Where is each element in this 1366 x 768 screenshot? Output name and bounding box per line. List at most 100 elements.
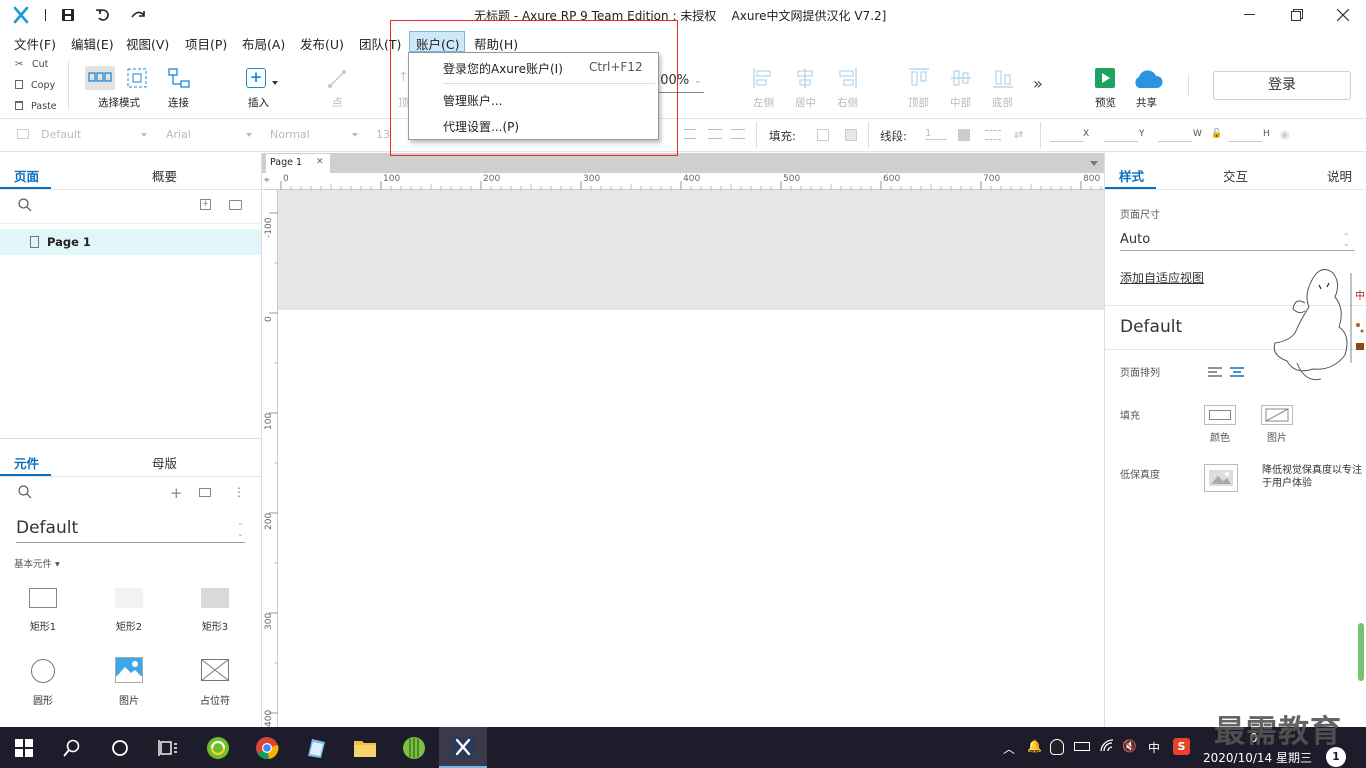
close-tab-icon[interactable]: ✕ [316,157,324,167]
align-page-center-icon[interactable] [1230,366,1244,377]
menu-edit[interactable]: 编辑(E) [71,34,114,53]
app-360-icon[interactable] [194,727,242,768]
select-contained-icon[interactable] [127,68,147,88]
menu-file[interactable]: 文件(F) [14,34,56,53]
clock-date[interactable]: 2020/10/14 星期三 [1203,749,1312,766]
visibility-eye-icon[interactable]: ◉ [1280,128,1290,141]
widget-search-icon[interactable] [18,485,32,499]
copy-button[interactable]: Copy [31,80,55,91]
menu-view[interactable]: 视图(V) [126,34,169,53]
notification-bell-icon[interactable]: 🔔 [1027,739,1042,753]
low-fidelity-toggle[interactable] [1204,464,1238,492]
share-icon[interactable] [1131,68,1163,90]
proxy-settings-menu-item[interactable]: 代理设置...(P) [443,118,519,135]
preview-icon[interactable] [1095,68,1115,88]
ruler-origin-icon[interactable]: ⌖ [264,175,270,186]
menu-account[interactable]: 账户(C) [416,34,459,53]
insert-icon[interactable]: + [246,68,266,88]
placeholder-widget-icon[interactable] [201,659,229,681]
search-icon[interactable] [18,198,32,212]
page-list-item[interactable]: Page 1 [0,229,261,255]
tab-style[interactable]: 样式 [1119,166,1144,185]
x-field[interactable] [1050,141,1084,142]
undo-icon[interactable] [95,7,111,23]
search-taskbar-icon[interactable] [48,727,96,768]
menu-layout[interactable]: 布局(A) [242,34,285,53]
redo-icon[interactable] [130,7,146,23]
minimize-button[interactable] [1244,14,1255,15]
task-view-icon[interactable] [144,727,192,768]
add-page-icon[interactable]: + [200,199,211,210]
cut-button[interactable]: Cut [32,59,48,70]
paste-button[interactable]: Paste [31,101,57,112]
page-size-spin-icon[interactable]: ⌃ ⌄ [1343,233,1350,248]
copy-icon[interactable] [15,80,23,89]
add-folder-icon[interactable] [229,200,242,210]
menu-project[interactable]: 项目(P) [185,34,227,53]
more-options-icon[interactable]: ⋮ [233,485,245,499]
qq-icon[interactable] [1050,739,1064,755]
library-copy-icon[interactable] [199,488,211,497]
arrow-style-icon[interactable]: ⇄ [1014,128,1023,141]
canvas-page-tab[interactable]: Page 1 ✕ [266,154,330,173]
image-widget-icon[interactable] [115,657,143,683]
library-select[interactable]: Default [16,518,78,538]
fill-image-button[interactable] [1261,405,1293,425]
style-select[interactable]: Default [41,128,81,141]
tab-pages[interactable]: 页面 [14,166,39,185]
battery-icon[interactable] [1074,742,1090,751]
font-select[interactable]: Arial [166,128,191,141]
login-button[interactable]: 登录 [1213,71,1351,100]
style-name[interactable]: Default [1120,317,1182,337]
weight-select[interactable]: Normal [270,128,310,141]
select-mode-icon[interactable] [85,66,115,90]
menu-help[interactable]: 帮助(H) [474,34,518,53]
w-field[interactable] [1158,141,1192,142]
fill-color-button[interactable] [1204,405,1236,425]
zoom-caret[interactable]: ⌄ [694,76,702,86]
text-align-center-icon[interactable] [708,129,722,139]
axure-taskbar-icon[interactable] [439,727,487,768]
font-size-select[interactable]: 13 [376,128,390,141]
rectangle3-widget[interactable] [201,588,229,608]
lock-ratio-icon[interactable]: 🔓 [1211,129,1222,139]
library-spin-icon[interactable]: ⌃ ⌄ [237,523,244,538]
canvas-page-surface[interactable] [278,310,1104,727]
style-caret-icon[interactable] [141,133,147,137]
page-size-select[interactable]: Auto [1120,232,1150,247]
tray-expand-icon[interactable]: ︿ [1003,740,1015,757]
fill-gradient-swatch[interactable] [845,129,857,141]
connect-icon[interactable] [168,67,190,89]
menu-publish[interactable]: 发布(U) [300,34,344,53]
cut-icon[interactable]: ✂ [15,59,23,70]
maximize-button[interactable] [1291,9,1303,21]
menu-team[interactable]: 团队(T) [359,34,401,53]
text-align-left-icon[interactable] [684,129,696,139]
tab-notes[interactable]: 说明 [1327,166,1352,185]
align-page-left-icon[interactable] [1208,366,1222,377]
line-width-field[interactable]: 1 [925,128,947,140]
tab-outline[interactable]: 概要 [152,166,177,185]
rectangle2-widget[interactable] [115,588,143,608]
windows-start-icon[interactable] [0,727,48,768]
chrome-icon[interactable] [243,727,291,768]
manage-account-menu-item[interactable]: 管理账户... [443,92,502,109]
line-pattern-icon[interactable] [985,130,1001,140]
notepad-app-icon[interactable] [292,727,340,768]
login-account-menu-item[interactable]: 登录您的Axure账户(I) [443,60,563,77]
add-adaptive-view-link[interactable]: 添加自适应视图 [1120,269,1204,286]
fill-color-swatch[interactable] [817,129,829,141]
text-align-right-icon[interactable] [731,129,745,139]
category-label[interactable]: 基本元件 ▾ [14,556,60,570]
line-color-swatch[interactable] [958,129,970,141]
more-tools-icon[interactable]: » [1033,74,1043,93]
add-library-icon[interactable]: + [170,484,183,502]
tab-list-caret-icon[interactable] [1090,161,1098,166]
tab-interactions[interactable]: 交互 [1223,166,1248,185]
close-button[interactable] [1336,8,1350,22]
right-panel-scrollbar[interactable] [1358,623,1364,681]
h-field[interactable] [1228,141,1262,142]
file-explorer-icon[interactable] [341,727,389,768]
font-caret-icon[interactable] [246,133,252,137]
tab-widgets[interactable]: 元件 [14,453,39,472]
